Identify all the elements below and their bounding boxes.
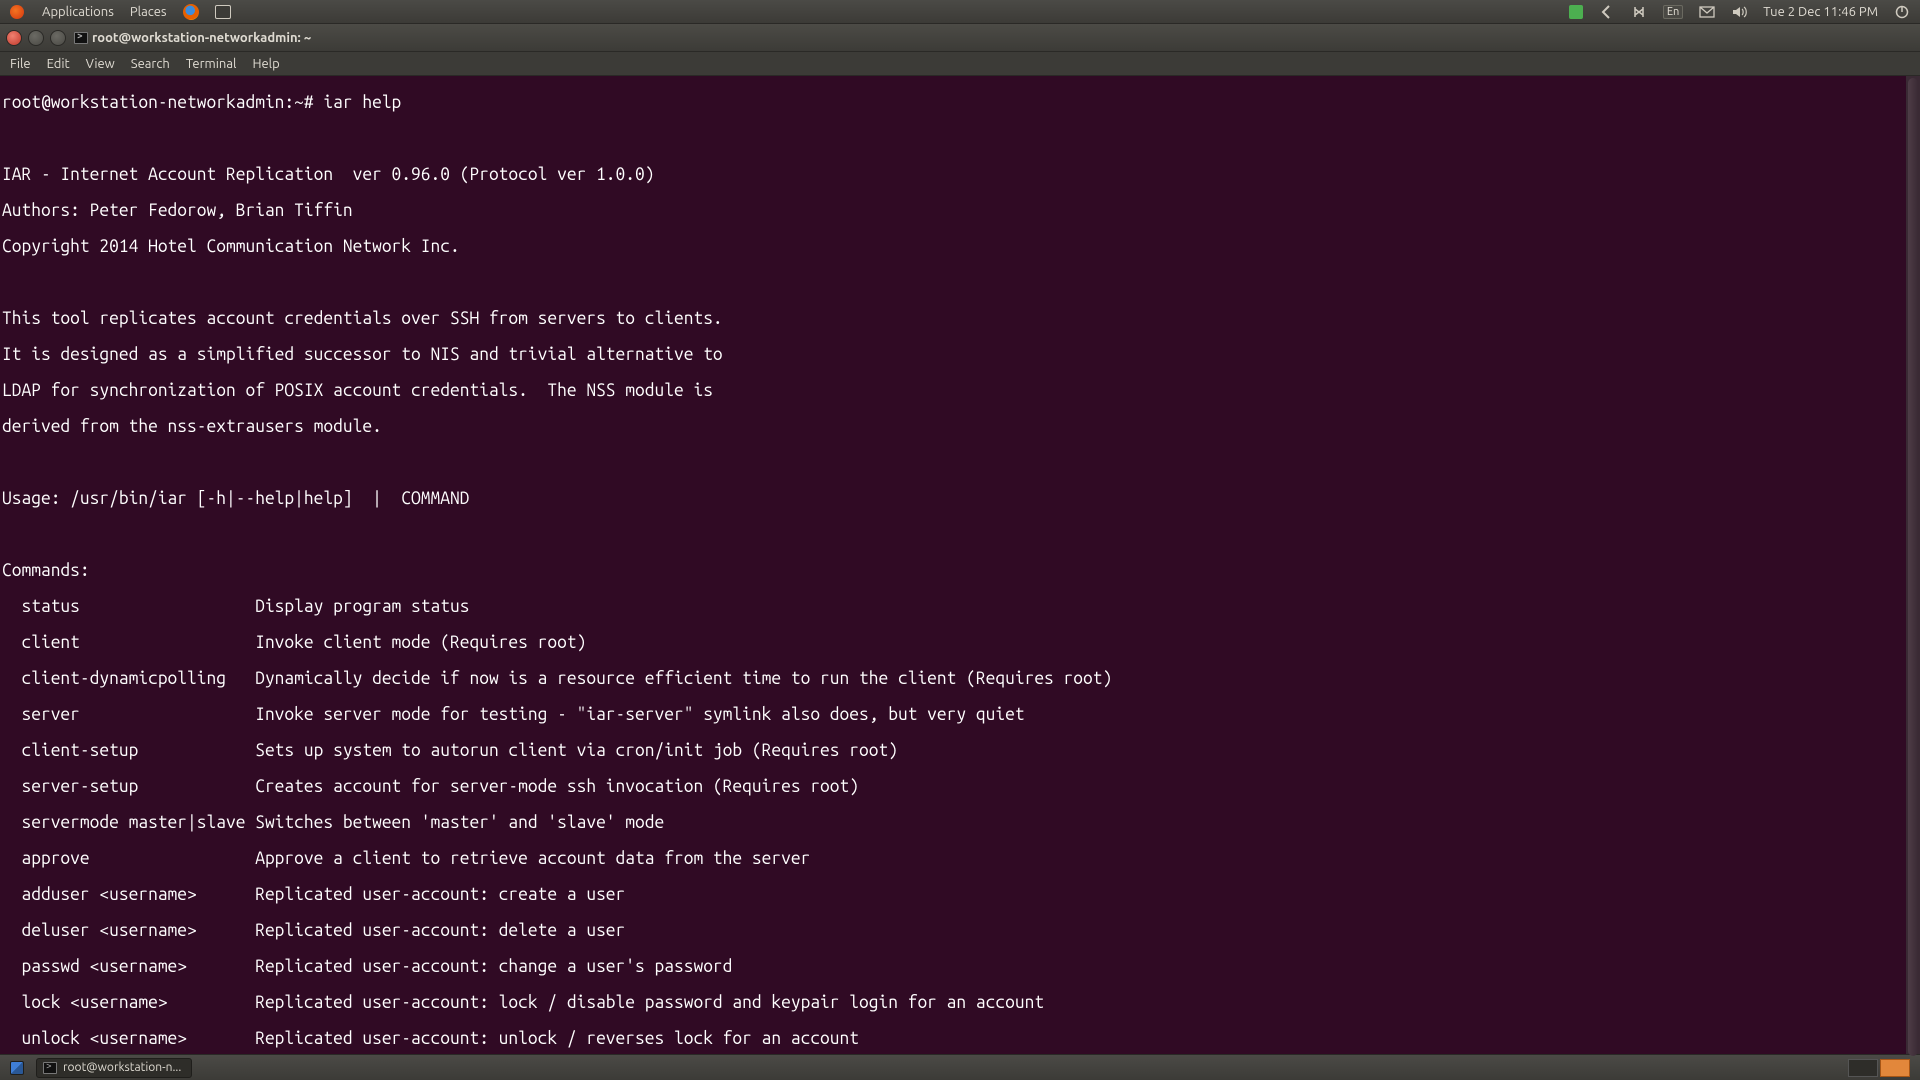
prompt: root@workstation-networkadmin:~# xyxy=(2,94,323,112)
output-line: lock <username> Replicated user-account:… xyxy=(2,994,1918,1012)
workspace-switcher[interactable] xyxy=(1848,1059,1910,1077)
output-line: client Invoke client mode (Requires root… xyxy=(2,634,1918,652)
clock[interactable]: Tue 2 Dec 11:46 PM xyxy=(1757,5,1884,19)
output-line: IAR - Internet Account Replication ver 0… xyxy=(2,166,1918,184)
workspace-2[interactable] xyxy=(1880,1059,1910,1077)
taskbar-item-label: root@workstation-n... xyxy=(63,1061,181,1074)
network-icon xyxy=(1631,4,1647,20)
chevron-left-icon xyxy=(1599,4,1615,20)
output-line: servermode master|slave Switches between… xyxy=(2,814,1918,832)
terminal-launcher[interactable] xyxy=(209,5,237,19)
show-desktop-icon xyxy=(10,1061,24,1075)
output-line: passwd <username> Replicated user-accoun… xyxy=(2,958,1918,976)
window-minimize-button[interactable] xyxy=(28,30,44,46)
output-line: status Display program status xyxy=(2,598,1918,616)
taskbar-item-terminal[interactable]: root@workstation-n... xyxy=(36,1058,192,1078)
window-titlebar[interactable]: root@workstation-networkadmin: ~ xyxy=(0,24,1920,52)
tray-language[interactable]: En xyxy=(1657,5,1689,19)
command-text: iar help xyxy=(323,94,401,112)
menu-help[interactable]: Help xyxy=(244,52,287,75)
menu-edit[interactable]: Edit xyxy=(39,52,78,75)
output-line: unlock <username> Replicated user-accoun… xyxy=(2,1030,1918,1048)
output-line xyxy=(2,130,1918,148)
window-maximize-button[interactable] xyxy=(50,30,66,46)
tray-volume-icon[interactable] xyxy=(1725,4,1753,20)
output-line: server-setup Creates account for server-… xyxy=(2,778,1918,796)
terminal-icon xyxy=(215,5,231,19)
output-line xyxy=(2,526,1918,544)
firefox-icon xyxy=(183,4,199,20)
output-line: approve Approve a client to retrieve acc… xyxy=(2,850,1918,868)
output-line: Usage: /usr/bin/iar [-h|--help|help] | C… xyxy=(2,490,1918,508)
output-line xyxy=(2,454,1918,472)
output-line: adduser <username> Replicated user-accou… xyxy=(2,886,1918,904)
tray-update-icon[interactable] xyxy=(1563,5,1589,19)
menu-search[interactable]: Search xyxy=(123,52,178,75)
window-title: root@workstation-networkadmin: ~ xyxy=(74,31,311,45)
ubuntu-logo-icon xyxy=(10,5,24,19)
menu-view[interactable]: View xyxy=(78,52,123,75)
window-close-button[interactable] xyxy=(6,30,22,46)
scrollbar-thumb[interactable] xyxy=(1908,78,1918,1056)
scrollbar[interactable] xyxy=(1906,76,1920,1054)
output-line: client-dynamicpolling Dynamically decide… xyxy=(2,670,1918,688)
output-line: Commands: xyxy=(2,562,1918,580)
workspace-1[interactable] xyxy=(1848,1059,1878,1077)
places-menu[interactable]: Places xyxy=(124,5,173,19)
main-menu-button[interactable] xyxy=(4,5,32,19)
power-icon xyxy=(1894,4,1910,20)
mail-icon xyxy=(1699,4,1715,20)
output-line: It is designed as a simplified successor… xyxy=(2,346,1918,364)
output-line: This tool replicates account credentials… xyxy=(2,310,1918,328)
tray-network-icon[interactable] xyxy=(1625,4,1653,20)
output-line: derived from the nss-extrausers module. xyxy=(2,418,1918,436)
menu-terminal[interactable]: Terminal xyxy=(178,52,245,75)
output-line: Copyright 2014 Hotel Communication Netwo… xyxy=(2,238,1918,256)
menu-file[interactable]: File xyxy=(2,52,39,75)
output-line: LDAP for synchronization of POSIX accoun… xyxy=(2,382,1918,400)
terminal-viewport[interactable]: root@workstation-networkadmin:~# iar hel… xyxy=(0,76,1920,1054)
language-badge: En xyxy=(1663,5,1683,19)
firefox-launcher[interactable] xyxy=(177,4,205,20)
tray-power-icon[interactable] xyxy=(1888,4,1916,20)
applications-menu[interactable]: Applications xyxy=(36,5,120,19)
terminal-menubar: File Edit View Search Terminal Help xyxy=(0,52,1920,76)
tray-mail-icon[interactable] xyxy=(1693,4,1721,20)
shield-icon xyxy=(1569,5,1583,19)
tray-arrow-icon[interactable] xyxy=(1593,4,1621,20)
terminal-icon xyxy=(43,1062,57,1074)
output-line xyxy=(2,274,1918,292)
window-title-text: root@workstation-networkadmin: ~ xyxy=(92,31,311,45)
terminal-output[interactable]: root@workstation-networkadmin:~# iar hel… xyxy=(0,76,1920,1054)
gnome-top-panel: Applications Places En Tue 2 Dec 11:46 P… xyxy=(0,0,1920,24)
gnome-bottom-panel: root@workstation-n... xyxy=(0,1054,1920,1080)
output-line: client-setup Sets up system to autorun c… xyxy=(2,742,1918,760)
output-line: server Invoke server mode for testing - … xyxy=(2,706,1918,724)
terminal-icon xyxy=(74,32,88,44)
output-line: deluser <username> Replicated user-accou… xyxy=(2,922,1918,940)
volume-icon xyxy=(1731,4,1747,20)
output-line: Authors: Peter Fedorow, Brian Tiffin xyxy=(2,202,1918,220)
show-desktop-button[interactable] xyxy=(4,1055,30,1080)
